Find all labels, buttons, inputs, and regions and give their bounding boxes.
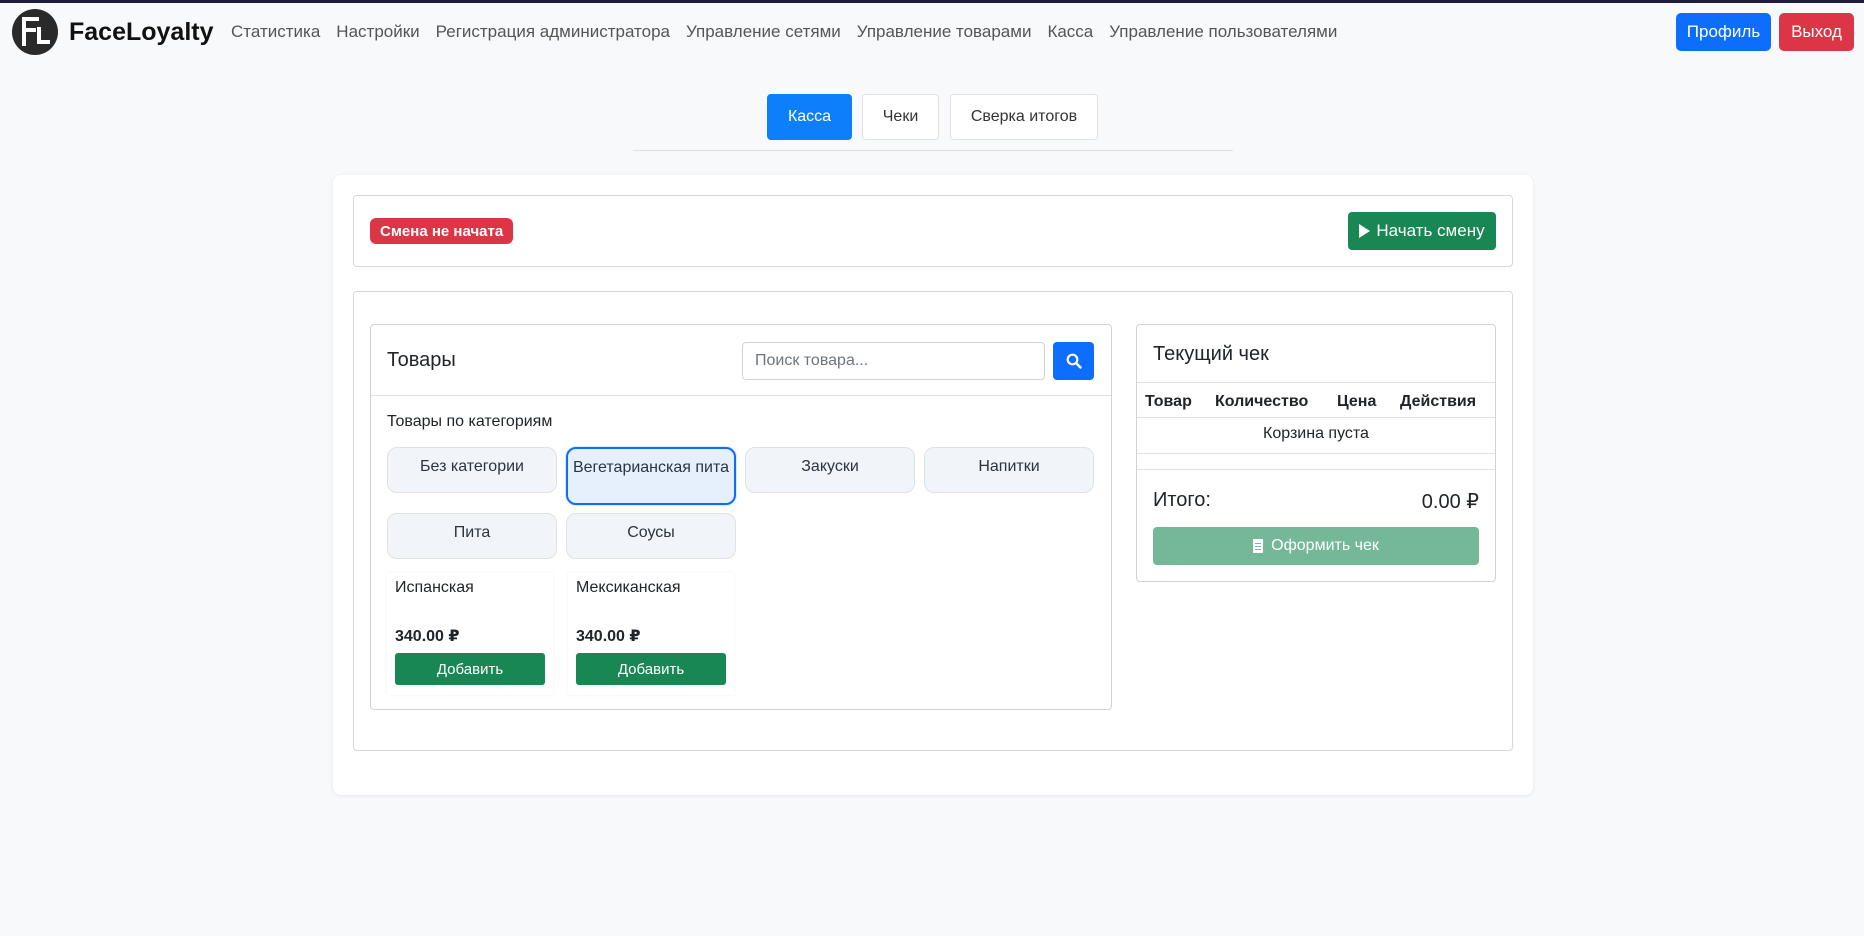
tabs-divider [633,150,1233,151]
products-card: Товары Товары по категориям Без категори… [370,324,1112,710]
checkout-label: Оформить чек [1271,537,1379,554]
nav-links: Статистика Настройки Регистрация админис… [231,22,1337,42]
tab-receipts[interactable]: Чеки [862,94,939,140]
products-header: Товары [371,325,1111,396]
receipt-icon [1253,539,1264,553]
category-sauces[interactable]: Соусы [566,513,736,559]
nav-link-users[interactable]: Управление пользователями [1109,22,1337,42]
category-drinks[interactable]: Напитки [924,447,1094,493]
start-shift-button[interactable]: Начать смену [1348,212,1496,250]
receipt-title: Текущий чек [1153,343,1269,365]
total-label: Итого: [1153,489,1211,511]
brand-name[interactable]: FaceLoyalty [69,18,214,47]
product-name: Испанская [395,579,474,596]
product-card: Мексиканская 340.00 ₽ Добавить [568,573,734,695]
add-product-button[interactable]: Добавить [395,653,545,685]
category-pita[interactable]: Пита [387,513,557,559]
column-header-actions: Действия [1400,393,1477,410]
category-vegetarian-pita[interactable]: Вегетарианская пита [566,447,736,505]
receipt-table-header: Товар Количество Цена Действия [1137,389,1495,415]
checkout-button[interactable]: Оформить чек [1153,527,1479,565]
category-snacks[interactable]: Закуски [745,447,915,493]
current-receipt-card: Текущий чек Товар Количество Цена Действ… [1136,324,1496,582]
nav-link-products[interactable]: Управление товарами [857,22,1032,42]
start-shift-label: Начать смену [1376,221,1485,240]
divider [1137,417,1495,418]
nav-link-settings[interactable]: Настройки [336,22,419,42]
search-icon [1066,353,1082,369]
shift-status-badge: Смена не начата [370,218,514,244]
column-header-product: Товар [1145,393,1192,410]
product-search-input[interactable] [742,342,1045,380]
play-icon [1359,224,1371,238]
logo-icon[interactable] [12,9,58,55]
category-no-category[interactable]: Без категории [387,447,557,493]
nav-link-networks[interactable]: Управление сетями [686,22,841,42]
navbar: FaceLoyalty Статистика Настройки Регистр… [0,3,1864,61]
divider [1137,453,1495,454]
empty-cart-text: Корзина пуста [1263,425,1369,442]
profile-button[interactable]: Профиль [1676,13,1771,51]
categories-heading: Товары по категориям [387,413,553,430]
product-price: 340.00 ₽ [395,628,460,645]
logout-button[interactable]: Выход [1779,13,1854,51]
shift-panel [353,195,1513,267]
divider [1137,382,1495,383]
add-product-button[interactable]: Добавить [576,653,726,685]
divider [1137,469,1495,470]
product-price: 340.00 ₽ [576,628,641,645]
tab-reconciliation[interactable]: Сверка итогов [950,94,1098,140]
tab-cashier[interactable]: Касса [767,94,852,140]
column-header-quantity: Количество [1215,393,1309,410]
product-card: Испанская 340.00 ₽ Добавить [387,573,553,695]
products-title: Товары [387,349,456,371]
nav-link-statistics[interactable]: Статистика [231,22,320,42]
nav-link-cashier[interactable]: Касса [1047,22,1093,42]
nav-link-admin-registration[interactable]: Регистрация администратора [436,22,670,42]
total-value: 0.00 ₽ [1421,491,1479,513]
product-name: Мексиканская [576,579,681,596]
column-header-price: Цена [1337,393,1377,410]
search-button[interactable] [1053,342,1094,380]
